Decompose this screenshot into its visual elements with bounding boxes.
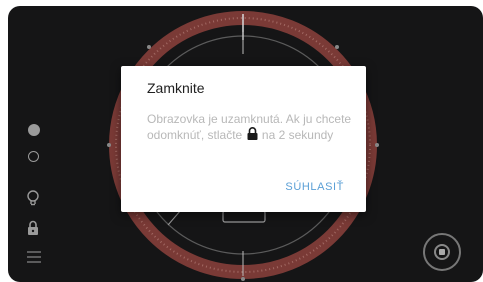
- dialog-message-text-2: na 2 sekundy: [261, 128, 334, 142]
- bulb-icon[interactable]: [26, 190, 40, 206]
- dialog-message: Obrazovka je uzamknutá. Ak ju chcete odo…: [147, 112, 357, 143]
- menu-icon[interactable]: [26, 250, 42, 264]
- dot-ring-icon[interactable]: [28, 151, 39, 162]
- confirm-button[interactable]: SÚHLASIŤ: [285, 181, 344, 193]
- lock-dialog: Zamknite Obrazovka je uzamknutá. Ak ju c…: [121, 66, 366, 212]
- stop-button[interactable]: [423, 233, 461, 271]
- lock-icon: [247, 127, 258, 140]
- lock-icon[interactable]: [27, 220, 39, 236]
- stop-icon: [434, 244, 450, 260]
- dot-filled-icon[interactable]: [28, 124, 40, 136]
- dialog-title: Zamknite: [147, 80, 205, 96]
